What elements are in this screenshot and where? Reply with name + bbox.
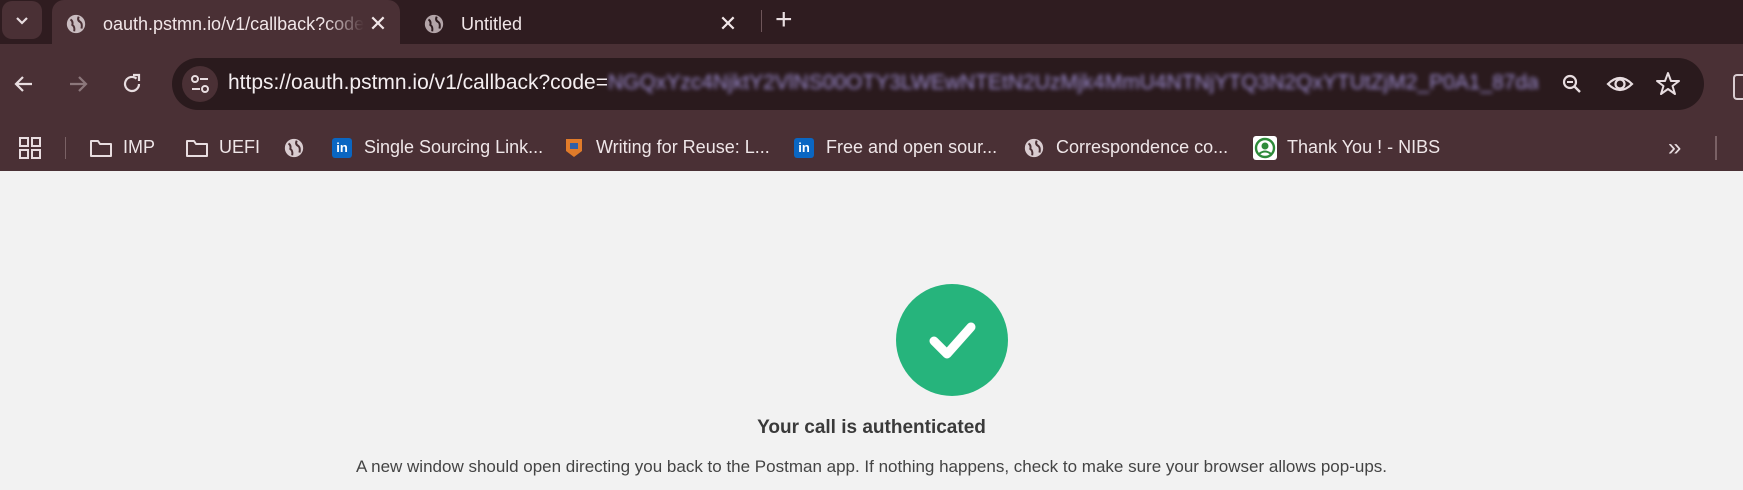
- linkedin-icon: in: [330, 136, 354, 160]
- bookmark-label: Free and open sour...: [826, 137, 998, 157]
- bookmark-star-button[interactable]: [1654, 70, 1682, 98]
- bookmark-folder-uefi[interactable]: UEFI: [185, 124, 260, 171]
- url-text[interactable]: https://oauth.pstmn.io/v1/callback?code=…: [228, 71, 1538, 95]
- tab-search-button[interactable]: [2, 1, 42, 39]
- close-tab-icon[interactable]: ✕: [714, 11, 742, 37]
- url-obscured-code: NGQxYzc4NjktY2VlNS00OTY3LWEwNTEtN2UzMjk4…: [607, 71, 1538, 94]
- bookmarks-edge-divider: [1715, 136, 1717, 160]
- bookmark-folder-imp[interactable]: IMP: [89, 124, 155, 171]
- site-favicon-icon: [562, 136, 586, 160]
- bookmark-label: Single Sourcing Link...: [364, 137, 544, 157]
- tab-divider: [761, 10, 762, 32]
- close-tab-icon[interactable]: ✕: [364, 11, 392, 37]
- reload-icon: [123, 73, 141, 93]
- new-tab-button[interactable]: +: [775, 3, 793, 37]
- tab-oauth-callback[interactable]: oauth.pstmn.io/v1/callback?code ✕: [52, 0, 400, 48]
- globe-icon: [66, 14, 86, 34]
- browser-chrome: oauth.pstmn.io/v1/callback?code ✕ Untitl…: [0, 0, 1743, 171]
- bookmark-free-and-open-source[interactable]: in Free and open sour...: [792, 124, 997, 171]
- bookmark-correspondence[interactable]: Correspondence co...: [1022, 124, 1228, 171]
- arrow-left-icon: [14, 76, 32, 92]
- page-heading: Your call is authenticated: [757, 417, 986, 438]
- arrow-right-icon: [70, 76, 88, 92]
- tab-title: oauth.pstmn.io/v1/callback?code: [103, 13, 364, 34]
- site-info-button[interactable]: [182, 66, 218, 102]
- bookmark-writing-for-reuse[interactable]: Writing for Reuse: L...: [562, 124, 770, 171]
- eye-icon: [1606, 76, 1634, 92]
- bookmark-label: Writing for Reuse: L...: [596, 137, 770, 157]
- page-message: A new window should open directing you b…: [356, 457, 1387, 476]
- folder-icon: [89, 136, 113, 160]
- forward-button[interactable]: [60, 66, 96, 102]
- extensions-icon[interactable]: [1733, 74, 1743, 100]
- globe-icon: [1022, 136, 1046, 160]
- more-bookmarks-button[interactable]: »: [1668, 134, 1681, 162]
- bookmark-label: UEFI: [219, 137, 261, 157]
- bookmark-label: Correspondence co...: [1056, 137, 1229, 157]
- bookmarks-separator: [65, 137, 66, 159]
- bookmark-label: IMP: [123, 137, 156, 157]
- zoom-button[interactable]: [1558, 70, 1586, 98]
- bookmark-globe[interactable]: [282, 124, 316, 171]
- toolbar: https://oauth.pstmn.io/v1/callback?code=…: [0, 44, 1743, 124]
- nibs-logo-icon: [1253, 135, 1277, 160]
- globe-icon: [282, 136, 306, 160]
- tune-icon: [191, 75, 209, 93]
- globe-icon: [424, 14, 444, 34]
- tab-untitled[interactable]: Untitled ✕: [410, 0, 750, 48]
- tab-title: Untitled: [461, 13, 523, 34]
- address-bar[interactable]: https://oauth.pstmn.io/v1/callback?code=…: [172, 58, 1704, 110]
- bookmarks-bar: IMP UEFI in Single Sourcing Link... Writ…: [0, 124, 1743, 171]
- zoom-icon: [1562, 74, 1581, 93]
- chevron-down-icon: [16, 17, 28, 25]
- bookmark-label: Thank You ! - NIBS: [1287, 137, 1441, 157]
- bookmark-single-sourcing[interactable]: in Single Sourcing Link...: [330, 124, 543, 171]
- bookmark-thank-you-nibs[interactable]: Thank You ! - NIBS: [1253, 124, 1440, 171]
- page-content: Your call is authenticated A new window …: [0, 171, 1743, 490]
- linkedin-icon: in: [792, 136, 816, 160]
- tab-strip: oauth.pstmn.io/v1/callback?code ✕ Untitl…: [0, 0, 1743, 48]
- apps-button[interactable]: [18, 124, 52, 171]
- apps-grid-icon: [18, 136, 42, 160]
- back-button[interactable]: [6, 66, 42, 102]
- success-check-icon: [896, 284, 1008, 396]
- folder-icon: [185, 136, 209, 160]
- url-prefix: https://oauth.pstmn.io/v1/callback?code=: [228, 71, 608, 94]
- star-icon: [1656, 72, 1680, 95]
- reading-mode-button[interactable]: [1606, 70, 1634, 98]
- reload-button[interactable]: [114, 66, 150, 102]
